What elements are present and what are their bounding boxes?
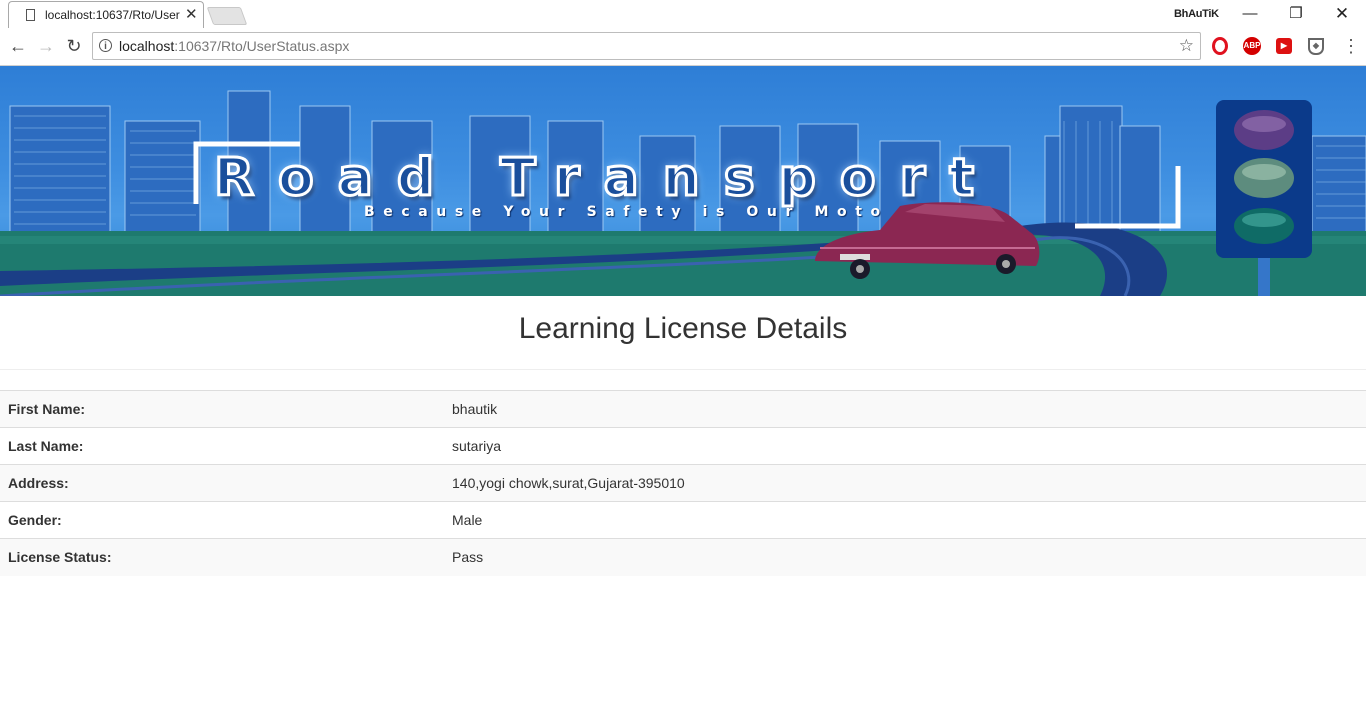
url-text[interactable]: localhost:10637/Rto/UserStatus.aspx [119,38,349,54]
field-value: sutariya [452,438,502,454]
field-label: Address: [8,475,69,491]
table-row: Address: 140,yogi chowk,surat,Gujarat-39… [0,464,1366,502]
field-label: Gender: [8,512,62,528]
field-value: Male [452,512,483,528]
divider [0,369,1366,370]
browser-toolbar: ← → ↻ i localhost:10637/Rto/UserStatus.a… [0,28,1366,66]
header-banner: Road Transport Because Your Safety is Ou… [0,66,1366,296]
tab-title: localhost:10637/Rto/User [45,8,180,22]
url-host: localhost [119,38,175,54]
info-icon[interactable]: i [99,39,112,52]
red-extension-icon[interactable]: ▶ [1276,38,1292,54]
new-tab-button[interactable] [206,7,248,25]
bookmark-star-icon[interactable]: ☆ [1179,36,1194,56]
forward-button[interactable]: → [36,36,56,56]
tab-strip: localhost:10637/Rto/User ✕ BhAuTiK — ❐ ✕ [0,0,1366,29]
restore-button[interactable]: ❐ [1273,2,1319,26]
close-window-button[interactable]: ✕ [1319,2,1365,26]
adblock-plus-icon[interactable]: ABP [1243,37,1261,55]
banner-tagline: Because Your Safety is Our Moto [364,204,889,220]
opera-icon[interactable] [1212,37,1228,55]
field-label: License Status: [8,549,112,566]
shield-extension-icon[interactable]: ◆ [1308,38,1324,55]
table-row: Last Name: sutariya [0,427,1366,465]
field-label: Last Name: [8,438,84,454]
url-path: :10637/Rto/UserStatus.aspx [174,38,350,54]
page-title: Learning License Details [518,312,848,345]
banner-title: Road Transport [212,147,999,210]
menu-icon[interactable]: ⋮ [1342,36,1360,56]
table-row: Gender: Male [0,501,1366,539]
table-row: First Name: bhautik [0,390,1366,428]
field-label: First Name: [8,401,86,417]
field-value: bhautik [452,401,498,417]
table-row: License Status: Pass [0,538,1366,576]
minimize-button[interactable]: — [1227,2,1273,26]
page-icon [26,9,35,21]
address-bar[interactable]: i localhost:10637/Rto/UserStatus.aspx ☆ [92,32,1201,60]
close-tab-icon[interactable]: ✕ [185,6,198,24]
profile-name[interactable]: BhAuTiK [1174,8,1219,20]
field-value: Pass [452,549,484,566]
back-button[interactable]: ← [8,36,28,56]
browser-tab[interactable]: localhost:10637/Rto/User ✕ [8,1,204,29]
license-details-table: First Name: bhautik Last Name: sutariya … [0,390,1366,576]
field-value: 140,yogi chowk,surat,Gujarat-395010 [452,475,685,491]
reload-button[interactable]: ↻ [64,36,84,56]
